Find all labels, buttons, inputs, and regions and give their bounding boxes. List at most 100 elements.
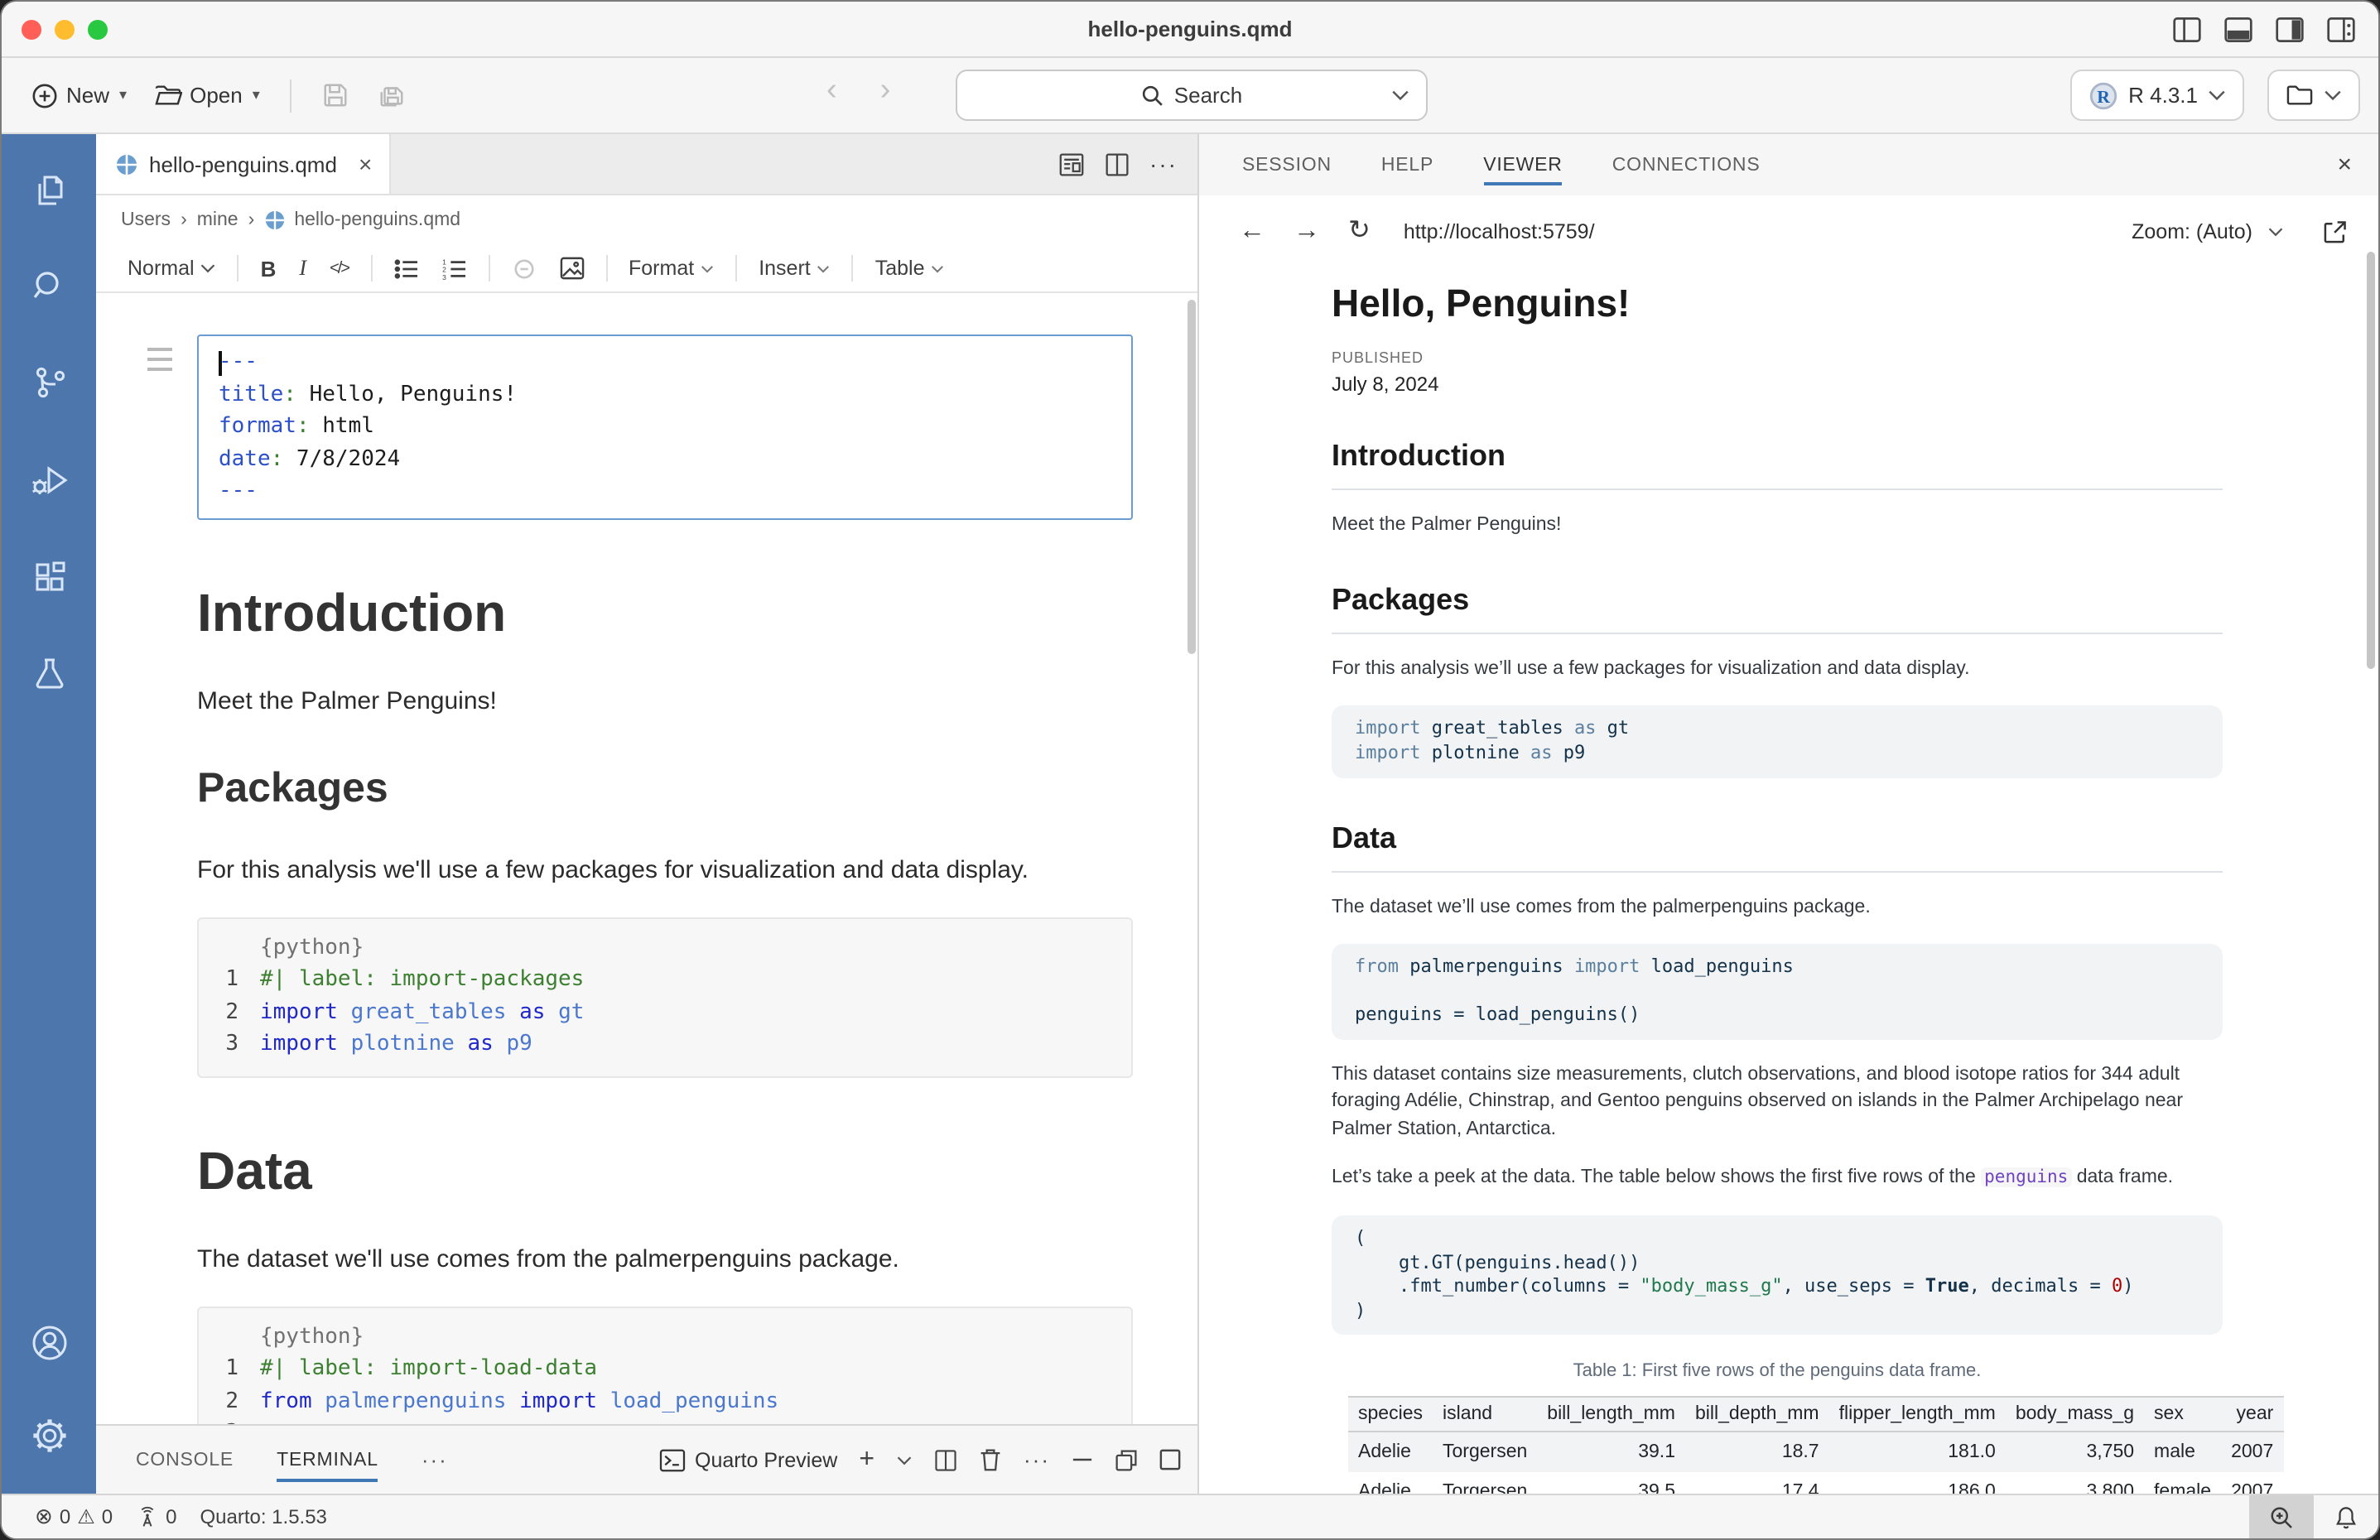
minimize-window-button[interactable] [55,19,75,39]
terminal-launch-chevron [896,1455,913,1465]
doc-code-block-imports: import great_tables as gtimport plotnine… [1332,706,2223,777]
close-window-button[interactable] [22,19,41,39]
notifications-bell-icon[interactable] [2314,1495,2378,1538]
breadcrumb-users[interactable]: Users [121,210,171,230]
code-button[interactable]: </> [318,259,360,277]
open-preview-icon[interactable] [1058,152,1085,176]
open-dropdown-caret[interactable]: ▾ [253,86,260,104]
quarto-version[interactable]: Quarto: 1.5.53 [200,1505,326,1528]
tab-terminal[interactable]: TERMINAL [277,1426,378,1494]
image-button[interactable] [547,257,595,280]
activity-bar [2,134,96,1494]
doc-paragraph: This dataset contains size measurements,… [1332,1061,2223,1143]
new-button[interactable]: New ▾ [22,75,137,115]
breadcrumb-mine[interactable]: mine [197,210,238,230]
viewer-content[interactable]: Hello, Penguins! PUBLISHED July 8, 2024 … [1199,268,2378,1494]
editor-more-actions-icon[interactable]: ··· [1149,151,1178,177]
paragraph-style-select[interactable]: Normal [116,257,228,280]
new-terminal-icon[interactable]: + [859,1446,874,1473]
tab-connections[interactable]: CONNECTIONS [1612,134,1761,195]
new-dropdown-caret[interactable]: ▾ [119,86,127,104]
panel-more-tabs-icon[interactable]: ··· [422,1447,448,1472]
interpreter-selector[interactable]: R R 4.3.1 [2070,70,2244,121]
editor-code-cell-import-packages[interactable]: {python} 1#| label: import-packages2impo… [197,917,1133,1077]
extensions-icon[interactable] [29,558,69,598]
customize-layout-icon[interactable] [2327,16,2355,42]
search-input[interactable]: Search [956,70,1428,121]
editor-pane: hello-penguins.qmd × ··· Users › mine [96,134,1199,1494]
tab-session[interactable]: SESSION [1242,134,1332,195]
account-icon[interactable] [27,1321,70,1364]
ports-indicator[interactable]: 0 [136,1505,176,1528]
editor-tab-strip: hello-penguins.qmd × ··· [96,134,1197,195]
split-terminal-icon[interactable] [934,1448,957,1471]
quarto-file-icon [264,210,284,230]
toggle-primary-sidebar-icon[interactable] [2173,16,2201,42]
search-sidebar-icon[interactable] [29,267,69,306]
zoom-in-button[interactable] [2249,1495,2314,1538]
open-in-browser-icon[interactable] [2322,219,2349,245]
viewer-forward-icon[interactable]: → [1294,219,1320,245]
run-debug-icon[interactable] [27,459,70,502]
bold-button[interactable]: B [249,256,288,281]
table-cell: 3,750 [2006,1432,2144,1473]
toggle-secondary-sidebar-icon[interactable] [2276,16,2304,42]
explorer-icon[interactable] [29,171,69,210]
toggle-bottom-panel-icon[interactable] [2224,16,2252,42]
yaml-front-matter[interactable]: ---title: Hello, Penguins!format: htmlda… [197,334,1133,519]
bullet-list-button[interactable] [382,257,430,279]
navigate-forward-icon[interactable]: › [880,73,891,109]
svg-text:R: R [2097,86,2110,106]
zoom-window-button[interactable] [88,19,108,39]
split-editor-icon[interactable] [1105,152,1130,176]
viewer-toolbar: ← → ↻ http://localhost:5759/ Zoom: (Auto… [1199,195,2378,268]
table-cell: female [2144,1473,2221,1494]
testing-icon[interactable] [29,654,69,694]
tab-help[interactable]: HELP [1381,134,1433,195]
breadcrumb-file[interactable]: hello-penguins.qmd [294,210,460,230]
settings-gear-icon[interactable] [27,1414,70,1457]
viewer-url[interactable]: http://localhost:5759/ [1404,220,1595,243]
viewer-back-icon[interactable]: ← [1239,219,1265,245]
tab-close-icon[interactable]: × [359,151,372,177]
tab-viewer[interactable]: VIEWER [1483,134,1563,195]
app-window: hello-penguins.qmd New ▾ [0,0,2380,1540]
kill-terminal-icon[interactable] [979,1447,1002,1472]
tab-console[interactable]: CONSOLE [136,1426,234,1494]
save-all-button[interactable] [366,75,417,116]
viewer-scrollbar[interactable] [2367,252,2375,669]
problems-indicator[interactable]: ⊗ 0 ⚠ 0 [35,1504,113,1530]
interpreter-chevron [2208,89,2226,101]
maximize-panel-icon[interactable] [1159,1449,1181,1470]
navigate-back-icon[interactable]: ‹ [826,73,837,109]
quarto-preview-task[interactable]: Quarto Preview [658,1448,837,1471]
minimize-panel-icon[interactable] [1072,1449,1093,1470]
search-dropdown-chevron[interactable] [1391,89,1409,101]
open-button[interactable]: Open ▾ [143,76,270,114]
editor-heading-data: Data [197,1140,1123,1201]
table-row: AdelieTorgersen39.517.4186.03,800female2… [1348,1473,2283,1494]
r-logo-icon: R [2089,80,2118,110]
source-control-icon[interactable] [29,363,69,402]
restore-panel-icon[interactable] [1115,1448,1138,1471]
italic-button[interactable]: I [287,255,318,282]
viewer-zoom-select[interactable]: Zoom: (Auto) [2132,220,2252,243]
terminal-icon [658,1448,685,1471]
close-panel-icon[interactable]: × [2337,151,2352,179]
table-menu[interactable]: Table [864,257,956,280]
doc-code-block-load-data: from palmerpenguins import load_penguins… [1332,944,2223,1040]
editor-code-cell-import-load-data[interactable]: {python} 1#| label: import-load-data2fro… [197,1306,1133,1424]
save-button[interactable] [311,75,359,116]
editor-scrollbar[interactable] [1188,300,1196,654]
format-menu[interactable]: Format [617,257,725,280]
viewer-refresh-icon[interactable]: ↻ [1348,219,1371,245]
visual-editor-content[interactable]: ---title: Hello, Penguins!format: htmlda… [96,293,1197,1424]
numbered-list-button[interactable]: 123 [430,257,478,279]
tab-hello-penguins[interactable]: hello-penguins.qmd × [96,134,390,194]
block-drag-handle-icon[interactable] [147,348,172,371]
link-button[interactable] [499,257,547,279]
insert-menu[interactable]: Insert [747,257,842,280]
workspace-folder-button[interactable] [2267,70,2360,121]
breadcrumb: Users › mine › hello-penguins.qmd [96,195,1197,245]
panel-more-actions-icon[interactable]: ··· [1024,1447,1050,1472]
